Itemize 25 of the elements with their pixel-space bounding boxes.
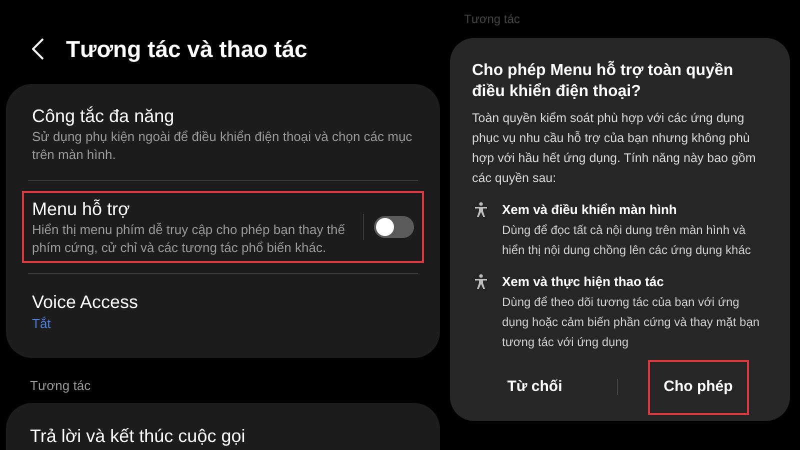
- setting-title: Voice Access: [32, 291, 140, 314]
- highlighted-setting-row[interactable]: Menu hỗ trợ Hiển thị menu phím dễ truy cập cho phép bạn thay thế phím cứng, cử chỉ và các tương tác phổ biến khác.: [22, 191, 424, 263]
- setting-description: Sử dụng phụ kiện ngoài để điều khiển điện thoại và chọn các mục trên màn hình.: [32, 128, 414, 164]
- dialog-body: Toàn quyền kiểm soát phù hợp với các ứng dụng phục vụ nhu cầu hỗ trợ của bạn nhưng không phù hợp với hầu hết ứng dụng. Tính năng này bao gồm các quyền sau:: [472, 110, 757, 187]
- setting-title[interactable]: Trả lời và kết thúc cuộc gọi: [30, 423, 416, 450]
- toggle-switch[interactable]: [374, 216, 414, 238]
- permission-description: Dùng để đọc tất cả nội dung trên màn hình và hiển thị nội dung chồng lên các ứng dụng khác: [502, 222, 752, 259]
- dialog-button[interactable]: Cho phép: [648, 360, 749, 414]
- page-title: Tương tác và thao tác: [66, 34, 308, 64]
- permission-description: Dùng để theo dõi tương tác của bạn với ứng dụng hoặc cảm biến phần cứng và thay mặt bạn tương tác với ứng dụng: [502, 294, 761, 351]
- section-header: Tương tác: [29, 376, 92, 395]
- permission-title: Xem và thực hiện thao tác: [502, 273, 665, 291]
- setting-title: Menu hỗ trợ: [32, 198, 131, 221]
- dialog-button[interactable]: Từ chối: [491, 360, 578, 414]
- setting-description: Hiển thị menu phím dễ truy cập cho phép bạn thay thế phím cứng, cử chỉ và các tương tác phổ biến khác.: [32, 221, 346, 257]
- permission-title: Xem và điều khiển màn hình: [502, 201, 678, 219]
- section-header: Tương tác: [463, 11, 521, 28]
- accessibility-person-icon: [474, 274, 488, 290]
- back-icon[interactable]: [32, 38, 44, 60]
- setting-title: Công tắc đa năng: [32, 105, 176, 128]
- accessibility-person-icon: [474, 202, 488, 218]
- dialog-title: Cho phép Menu hỗ trợ toàn quyền điều khiển điện thoại?: [472, 60, 734, 102]
- setting-row[interactable]: Voice Access Tắt: [22, 284, 424, 340]
- setting-status: Tắt: [32, 315, 52, 333]
- setting-row[interactable]: Công tắc đa năng Sử dụng phụ kiện ngoài để điều khiển điện thoại và chọn các mục trên màn hình.: [22, 98, 424, 170]
